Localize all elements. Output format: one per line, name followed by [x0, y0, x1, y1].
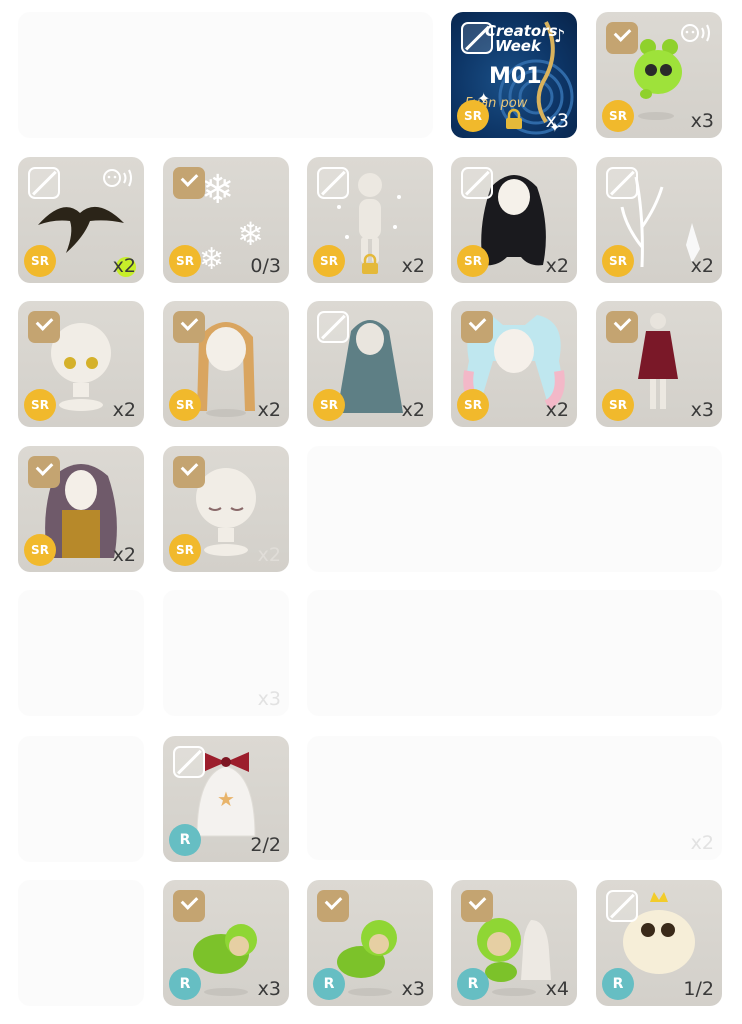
select-checkbox[interactable] — [173, 746, 205, 778]
item-count: x2 — [112, 544, 136, 566]
select-checkbox[interactable] — [606, 311, 638, 343]
rarity-badge: SR — [169, 389, 201, 421]
rarity-badge: R — [169, 968, 201, 1000]
item-tile-sparkle-body[interactable]: SR x2 — [307, 157, 433, 283]
select-checkbox[interactable] — [317, 311, 349, 343]
rarity-badge: SR — [602, 389, 634, 421]
card-title: Creators Week — [463, 24, 558, 54]
lock-icon — [362, 253, 378, 274]
item-tile-green-pet-2[interactable]: R x3 — [307, 880, 433, 1006]
title-line2: Week — [495, 37, 541, 55]
item-count: x2 — [257, 544, 281, 566]
rarity-badge: SR — [169, 534, 201, 566]
ghost-tile: x3 — [163, 590, 289, 716]
item-count: x3 — [690, 110, 714, 132]
select-checkbox[interactable] — [173, 167, 205, 199]
sound-face-icon — [681, 24, 710, 42]
rarity-badge: SR — [457, 100, 489, 132]
rarity-badge: SR — [457, 389, 489, 421]
rarity-badge: R — [313, 968, 345, 1000]
item-count: x2 — [112, 255, 136, 277]
item-count: x3 — [257, 978, 281, 1000]
select-checkbox[interactable] — [461, 311, 493, 343]
item-count: x3 — [257, 688, 281, 710]
item-count: x3 — [690, 399, 714, 421]
item-count: 1/2 — [683, 978, 714, 1000]
item-count: x2 — [257, 399, 281, 421]
sound-face-icon — [103, 169, 132, 187]
rarity-badge: SR — [602, 245, 634, 277]
item-count: x2 — [112, 399, 136, 421]
item-tile-ice-branch[interactable]: SR x2 — [596, 157, 722, 283]
item-tile-snowflakes[interactable]: ❄ ❄ ❄ SR 0/3 — [163, 157, 289, 283]
item-count: 2/2 — [250, 834, 281, 856]
select-checkbox[interactable] — [317, 890, 349, 922]
select-checkbox[interactable] — [28, 167, 60, 199]
rarity-badge: R — [169, 824, 201, 856]
item-count: x2 — [690, 255, 714, 277]
rarity-badge: SR — [24, 245, 56, 277]
select-checkbox[interactable] — [173, 890, 205, 922]
ghost-tile — [18, 590, 144, 716]
ghost-tile — [18, 736, 144, 862]
rarity-badge: SR — [169, 245, 201, 277]
item-tile-bell[interactable]: ★ R 2/2 — [163, 736, 289, 862]
lock-icon — [506, 108, 522, 129]
ghost-tile — [307, 446, 722, 572]
rarity-badge: SR — [24, 534, 56, 566]
card-code: M01 — [489, 64, 542, 89]
item-count: x2 — [545, 255, 569, 277]
rarity-badge: SR — [602, 100, 634, 132]
svg-text:★: ★ — [217, 787, 235, 811]
item-tile-fluffy-pet[interactable]: R 1/2 — [596, 880, 722, 1006]
rarity-badge: R — [457, 968, 489, 1000]
rarity-badge: SR — [457, 245, 489, 277]
item-tile-dark-tentacle[interactable]: SR x2 — [18, 157, 144, 283]
rarity-badge: SR — [24, 389, 56, 421]
item-tile-blonde-braids[interactable]: SR x2 — [163, 301, 289, 427]
rarity-badge: R — [602, 968, 634, 1000]
ghost-tile — [18, 12, 433, 138]
item-tile-teal-hair[interactable]: SR x2 — [307, 301, 433, 427]
select-checkbox[interactable] — [606, 167, 638, 199]
item-tile-green-creature[interactable]: SR x3 — [596, 12, 722, 138]
item-count: x2 — [545, 399, 569, 421]
item-count: x3 — [545, 110, 569, 132]
ghost-tile — [18, 880, 144, 1006]
select-checkbox[interactable] — [28, 311, 60, 343]
item-tile-creators-week[interactable]: ♪ ✦ ✦ Creators Week M01 Fuan pow SR x3 — [451, 12, 577, 138]
select-checkbox[interactable] — [461, 167, 493, 199]
rarity-badge: SR — [313, 245, 345, 277]
select-checkbox[interactable] — [606, 890, 638, 922]
item-count: x2 — [690, 832, 714, 854]
rarity-badge: SR — [313, 389, 345, 421]
item-count: x3 — [401, 978, 425, 1000]
select-checkbox[interactable] — [317, 167, 349, 199]
svg-text:❄: ❄ — [201, 167, 235, 213]
item-tile-green-pet-1[interactable]: R x3 — [163, 880, 289, 1006]
select-checkbox[interactable] — [173, 456, 205, 488]
svg-text:❄: ❄ — [237, 215, 264, 253]
item-tile-purple-outfit[interactable]: SR x2 — [18, 446, 144, 572]
item-count: x4 — [545, 978, 569, 1000]
select-checkbox[interactable] — [28, 456, 60, 488]
item-count: x2 — [401, 255, 425, 277]
select-checkbox[interactable] — [461, 890, 493, 922]
item-tile-green-pet-3[interactable]: R x4 — [451, 880, 577, 1006]
item-count: 0/3 — [250, 255, 281, 277]
ghost-tile — [307, 590, 722, 716]
svg-text:❄: ❄ — [199, 242, 224, 277]
item-count: x2 — [401, 399, 425, 421]
select-checkbox[interactable] — [606, 22, 638, 54]
item-tile-yellow-eyes[interactable]: SR x2 — [18, 301, 144, 427]
item-tile-black-wavy-hair[interactable]: SR x2 — [451, 157, 577, 283]
select-checkbox[interactable] — [173, 311, 205, 343]
item-tile-blush-face[interactable]: SR x2 — [163, 446, 289, 572]
item-tile-red-dress[interactable]: SR x3 — [596, 301, 722, 427]
item-tile-pastel-twintails[interactable]: SR x2 — [451, 301, 577, 427]
ghost-tile: x2 — [307, 736, 722, 860]
